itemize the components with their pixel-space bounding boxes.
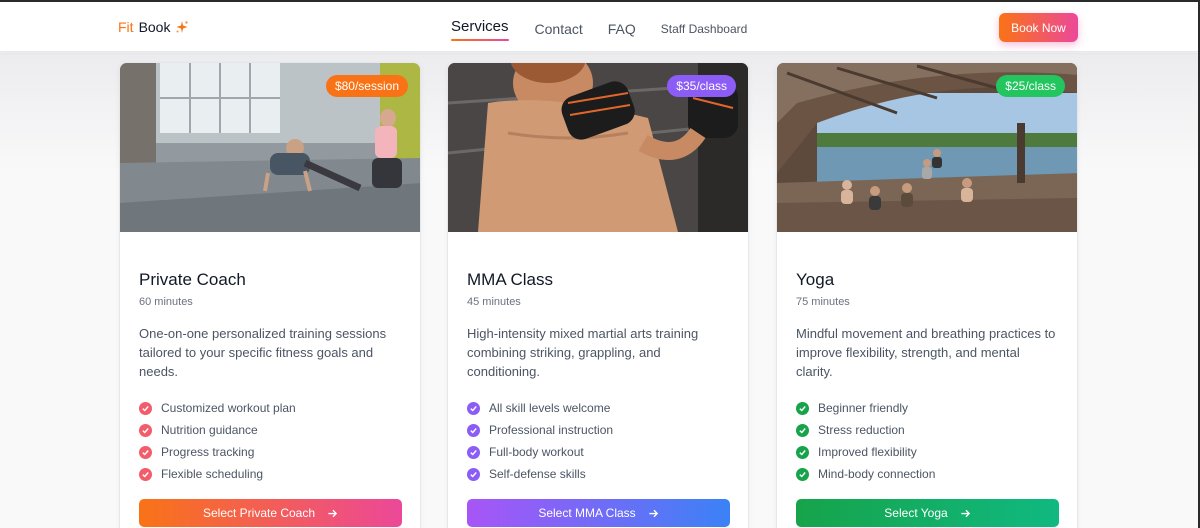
check-circle-icon <box>467 445 480 459</box>
service-duration: 45 minutes <box>467 296 521 308</box>
select-mma-class-button[interactable]: Select MMA Class <box>467 499 730 527</box>
feature-label: Full-body workout <box>489 445 584 459</box>
service-card-private-coach: $80/session Private Coach 60 minutes One… <box>119 62 421 528</box>
nav-contact-link[interactable]: Contact <box>535 21 583 37</box>
main-nav: Services Contact FAQ Staff Dashboard <box>451 18 748 41</box>
site-header: Fit Book Services Contact FAQ Staff Dash… <box>0 2 1198 52</box>
select-yoga-button[interactable]: Select Yoga <box>796 499 1059 527</box>
feature-label: Nutrition guidance <box>161 423 258 437</box>
feature-item: Customized workout plan <box>139 397 401 419</box>
check-circle-icon <box>467 401 480 415</box>
sparkle-icon <box>176 21 189 33</box>
price-badge: $25/class <box>996 75 1065 97</box>
check-circle-icon <box>467 423 480 437</box>
feature-item: Professional instruction <box>467 419 729 441</box>
feature-list: All skill levels welcome Professional in… <box>467 397 729 485</box>
button-label: Select Private Coach <box>202 506 316 520</box>
feature-item: Progress tracking <box>139 441 401 463</box>
feature-item: Self-defense skills <box>467 463 729 485</box>
gym-training-photo: $80/session <box>120 63 420 232</box>
check-circle-icon <box>139 445 152 459</box>
logo-text-fit: Fit <box>118 19 134 35</box>
service-title: Private Coach <box>139 270 246 289</box>
nav-services-link[interactable]: Services <box>451 18 509 41</box>
feature-item: Stress reduction <box>796 419 1058 441</box>
check-circle-icon <box>796 467 809 481</box>
arrow-right-icon <box>328 509 338 517</box>
select-private-coach-button[interactable]: Select Private Coach <box>139 499 402 527</box>
feature-item: Full-body workout <box>467 441 729 463</box>
nav-staff-dashboard-link[interactable]: Staff Dashboard <box>661 22 748 36</box>
check-circle-icon <box>796 423 809 437</box>
service-duration: 75 minutes <box>796 296 850 308</box>
feature-label: Self-defense skills <box>489 467 586 481</box>
feature-label: All skill levels welcome <box>489 401 611 415</box>
button-label: Select Yoga <box>884 506 948 520</box>
arrow-right-icon <box>649 509 658 517</box>
book-now-button[interactable]: Book Now <box>999 13 1078 42</box>
feature-list: Customized workout plan Nutrition guidan… <box>139 397 401 485</box>
feature-label: Professional instruction <box>489 423 614 437</box>
service-description: One-on-one personalized training session… <box>139 326 387 379</box>
nav-faq-link[interactable]: FAQ <box>608 21 636 37</box>
service-description: Mindful movement and breathing practices… <box>796 326 1056 379</box>
service-card-mma-class: $35/class MMA Class 45 minutes High-inte… <box>447 62 749 528</box>
check-circle-icon <box>467 467 480 481</box>
service-description: High-intensity mixed martial arts traini… <box>467 326 699 379</box>
feature-item: Nutrition guidance <box>139 419 401 441</box>
feature-label: Mind-body connection <box>818 467 936 481</box>
price-badge: $35/class <box>667 75 736 97</box>
feature-label: Improved flexibility <box>818 445 917 459</box>
service-card-yoga: $25/class Yoga 75 minutes Mindful moveme… <box>776 62 1078 528</box>
arrow-right-icon <box>961 509 970 517</box>
feature-label: Beginner friendly <box>818 401 909 415</box>
service-title: Yoga <box>796 270 835 289</box>
feature-item: Flexible scheduling <box>139 463 401 485</box>
check-circle-icon <box>139 467 152 481</box>
feature-item: Beginner friendly <box>796 397 1058 419</box>
feature-label: Progress tracking <box>161 445 255 459</box>
feature-list: Beginner friendly Stress reduction Impro… <box>796 397 1058 485</box>
yoga-lakeside-photo: $25/class <box>777 63 1077 232</box>
button-label: Select MMA Class <box>538 506 636 520</box>
feature-item: Mind-body connection <box>796 463 1058 485</box>
price-badge: $80/session <box>325 75 408 97</box>
feature-label: Customized workout plan <box>161 401 296 415</box>
logo-text-book: Book <box>138 19 171 35</box>
service-duration: 60 minutes <box>139 296 193 308</box>
mma-fighter-photo: $35/class <box>448 63 748 232</box>
feature-label: Stress reduction <box>818 423 905 437</box>
site-logo[interactable]: Fit Book <box>118 19 189 35</box>
check-circle-icon <box>139 401 152 415</box>
service-title: MMA Class <box>467 270 553 289</box>
check-circle-icon <box>796 401 809 415</box>
feature-item: All skill levels welcome <box>467 397 729 419</box>
feature-label: Flexible scheduling <box>161 467 264 481</box>
check-circle-icon <box>796 445 809 459</box>
feature-item: Improved flexibility <box>796 441 1058 463</box>
check-circle-icon <box>139 423 152 437</box>
